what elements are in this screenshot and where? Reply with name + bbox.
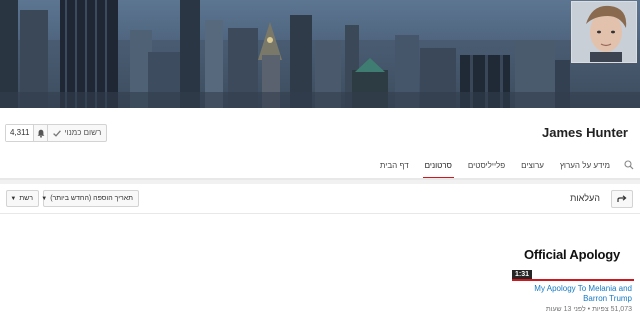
share-arrow-icon	[617, 195, 627, 202]
bell-icon[interactable]	[34, 125, 49, 141]
channel-page: James Hunter 4,311 רשום כמנוי דף הבית סר…	[0, 0, 640, 335]
checkmark-icon	[53, 129, 62, 137]
videos-content: העלאות תאריך הוספה (החדש ביותר) ▼ רשת ▼ …	[0, 184, 640, 335]
subscriber-count: 4,311	[6, 125, 35, 141]
filter-bar: העלאות תאריך הוספה (החדש ביותר) ▼ רשת ▼	[0, 184, 640, 214]
view-label: רשת	[19, 195, 33, 202]
video-title[interactable]: My Apology To Melania and Barron Trump	[512, 284, 634, 304]
share-button[interactable]	[611, 190, 633, 208]
channel-header: James Hunter 4,311 רשום כמנוי דף הבית סר…	[0, 108, 640, 180]
channel-tabs: דף הבית סרטונים פלייליסטים ערוצים מידע ע…	[372, 156, 640, 180]
avatar-photo	[572, 2, 636, 62]
video-duration: 1:31	[512, 270, 533, 279]
tab-about[interactable]: מידע על הערוץ	[552, 156, 618, 180]
tab-channels[interactable]: ערוצים	[513, 156, 552, 180]
tab-videos[interactable]: סרטונים	[417, 156, 460, 180]
tab-playlists[interactable]: פלייליסטים	[460, 156, 513, 180]
city-skyline-image	[0, 0, 640, 108]
channel-banner	[0, 0, 640, 108]
channel-name[interactable]: James Hunter	[542, 125, 628, 140]
channel-avatar[interactable]	[571, 1, 637, 63]
tab-home[interactable]: דף הבית	[372, 156, 417, 180]
thumbnail-text: Official Apology	[524, 247, 620, 262]
search-icon[interactable]	[618, 156, 640, 172]
video-thumbnail[interactable]: Official Apology 1:31	[512, 237, 634, 281]
watch-progress-bar	[512, 279, 634, 281]
view-dropdown[interactable]: רשת ▼	[6, 190, 39, 207]
chevron-down-icon: ▼	[41, 195, 48, 202]
header-divider	[0, 178, 640, 180]
subscribed-label: רשום כמנוי	[64, 128, 102, 137]
subscribe-group: 4,311 רשום כמנוי	[5, 124, 108, 142]
video-item[interactable]: Official Apology 1:31 My Apology To Mela…	[512, 237, 634, 313]
sort-dropdown[interactable]: תאריך הוספה (החדש ביותר) ▼	[41, 190, 139, 207]
subscribed-button[interactable]: רשום כמנוי	[48, 125, 106, 141]
video-meta: 51,073 צפיות • לפני 13 שעות	[545, 306, 632, 313]
sort-label: תאריך הוספה (החדש ביותר)	[50, 195, 133, 202]
chevron-down-icon: ▼	[10, 195, 17, 202]
uploads-label: העלאות	[570, 193, 600, 203]
